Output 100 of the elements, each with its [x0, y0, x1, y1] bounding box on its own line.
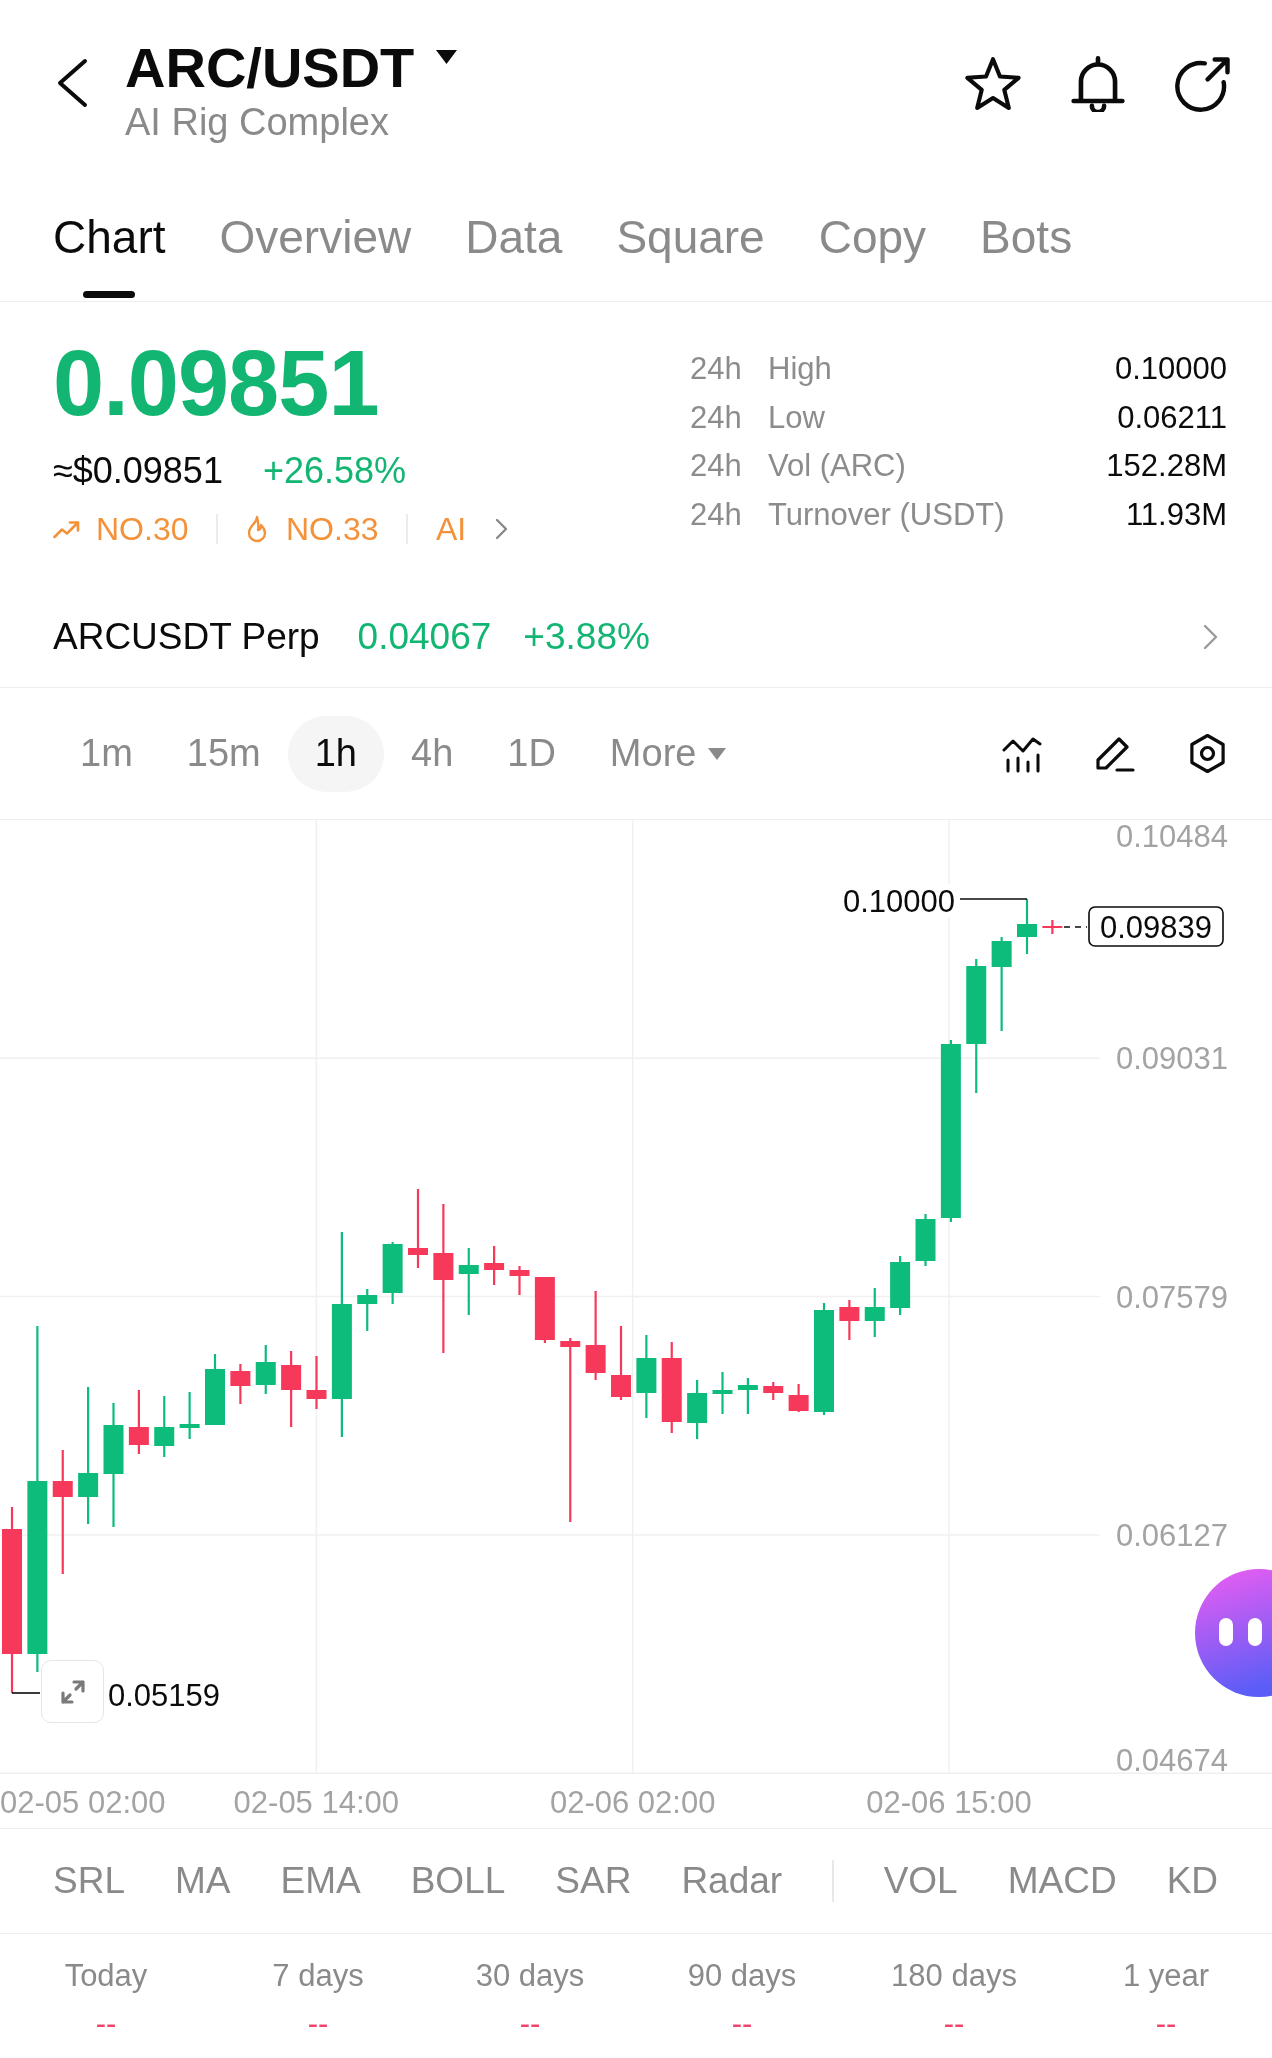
- chevron-right-icon[interactable]: [1203, 623, 1218, 650]
- circle-arrow-icon[interactable]: [1175, 56, 1231, 112]
- settings-icon[interactable]: [1187, 733, 1228, 774]
- candle: [230, 1364, 251, 1404]
- pair-full-name: AI Rig Complex: [125, 100, 389, 144]
- candle: [458, 1248, 479, 1315]
- return-period: 180 days: [891, 1957, 1017, 1995]
- stat-value: 0.10000: [1113, 350, 1227, 388]
- perp-name[interactable]: ARCUSDT Perp: [53, 613, 320, 660]
- pair-selector[interactable]: ARC/USDT: [125, 36, 458, 100]
- candle: [737, 1378, 758, 1414]
- price-axis-label: 0.10484: [1115, 820, 1228, 854]
- indicator-tab[interactable]: EMA: [280, 1858, 361, 1904]
- low-price-label: 0.05159: [108, 1678, 221, 1713]
- indicator-tab[interactable]: KD: [1166, 1858, 1219, 1904]
- time-axis-label: 02-06 02:00: [549, 1785, 716, 1820]
- time-axis-label: 02-06 15:00: [866, 1785, 1032, 1820]
- time-axis-label: 02-05 02:00: [0, 1785, 166, 1820]
- stat-period: 24h: [690, 447, 743, 485]
- candle: [712, 1372, 733, 1414]
- candle: [864, 1288, 885, 1337]
- interval-tab[interactable]: 4h: [384, 715, 481, 792]
- tab[interactable]: Chart: [53, 209, 166, 298]
- stat-period: 24h: [690, 495, 743, 534]
- price-axis-label: 0.06127: [1115, 1517, 1228, 1553]
- candle: [839, 1300, 860, 1340]
- candle: [915, 1214, 936, 1266]
- caret-icon: [436, 50, 458, 64]
- candle: [484, 1246, 505, 1285]
- indicator-tab[interactable]: MA: [175, 1858, 231, 1904]
- last-price: 0.09851: [53, 333, 380, 433]
- return-period: 30 days: [475, 1957, 585, 1995]
- tab[interactable]: Bots: [980, 209, 1073, 298]
- perp-change: +3.88%: [523, 614, 650, 659]
- price-axis-label: 0.04674: [1115, 1743, 1228, 1778]
- bubble-face-icon[interactable]: [1195, 1569, 1272, 1697]
- candle: [1017, 899, 1037, 954]
- stat-value: 0.06211: [1116, 398, 1227, 437]
- candle: [255, 1345, 276, 1394]
- interval-tab[interactable]: 1D: [480, 715, 583, 792]
- leader-line: [11, 1692, 41, 1694]
- star-icon[interactable]: [965, 56, 1021, 112]
- stat-label: Turnover (USDT): [768, 495, 1006, 534]
- return-period: 90 days: [687, 1957, 797, 1995]
- stat-label: Low: [768, 398, 826, 437]
- return-period: 7 days: [272, 1957, 364, 1995]
- stat-period: 24h: [690, 350, 743, 388]
- interval-tab[interactable]: 1m: [53, 715, 160, 792]
- back-icon[interactable]: [55, 58, 89, 108]
- last-price-label: 0.09839: [1088, 906, 1224, 947]
- interval-menu[interactable]: More: [582, 715, 754, 792]
- indicator-tab[interactable]: VOL: [883, 1858, 958, 1904]
- stat-label: Vol (ARC): [768, 447, 907, 485]
- tab[interactable]: Data: [465, 209, 563, 298]
- price-line: [1063, 926, 1088, 928]
- time-axis-label: 02-05 14:00: [233, 1785, 400, 1820]
- candle: [534, 1277, 555, 1343]
- candle: [205, 1354, 225, 1425]
- candle: [382, 1242, 403, 1304]
- candle: [154, 1396, 175, 1457]
- return-value: --: [1155, 2005, 1177, 2043]
- high-price-label: 0.10000: [842, 884, 955, 919]
- interval-tab[interactable]: 1h: [287, 715, 384, 792]
- return-value: --: [95, 2005, 117, 2043]
- rank-label[interactable]: NO.33: [286, 509, 379, 549]
- flame-icon: [246, 515, 268, 543]
- price-axis-label: 0.07579: [1115, 1279, 1228, 1315]
- stat-period: 24h: [690, 398, 743, 437]
- fiat-price: ≈$0.09851: [53, 449, 223, 493]
- rank-label[interactable]: NO.30: [96, 509, 189, 549]
- indicator-tab[interactable]: MACD: [1007, 1858, 1117, 1904]
- candle: [306, 1356, 327, 1409]
- candle: [788, 1384, 809, 1412]
- return-period: Today: [64, 1957, 148, 1995]
- tab[interactable]: Overview: [219, 209, 412, 298]
- topic-label[interactable]: AI: [435, 509, 467, 549]
- tab[interactable]: Copy: [818, 209, 927, 298]
- indicator-tab[interactable]: Radar: [681, 1858, 783, 1904]
- caret-icon: [708, 747, 727, 760]
- price-axis-label: 0.09031: [1115, 1041, 1228, 1077]
- return-value: --: [943, 2005, 965, 2043]
- candle: [763, 1382, 784, 1400]
- indicator-tab[interactable]: BOLL: [410, 1858, 506, 1904]
- trend-up-icon: [53, 519, 80, 539]
- stat-value: 11.93M: [1124, 495, 1227, 534]
- candle: [890, 1256, 911, 1315]
- candle: [128, 1390, 149, 1454]
- stat-value: 152.28M: [1106, 447, 1227, 485]
- candle: [357, 1289, 378, 1331]
- candle: [687, 1380, 708, 1439]
- indicator-tab[interactable]: SRL: [53, 1858, 125, 1904]
- return-value: --: [307, 2005, 329, 2043]
- expand-button[interactable]: [41, 1660, 104, 1723]
- bell-icon[interactable]: [1070, 56, 1126, 112]
- stat-label: High: [768, 350, 833, 388]
- tab[interactable]: Square: [616, 209, 765, 298]
- indicator-tab[interactable]: SAR: [555, 1858, 632, 1904]
- candle: [509, 1266, 530, 1295]
- interval-tab[interactable]: 15m: [159, 715, 288, 792]
- chevron-right-icon[interactable]: [495, 518, 509, 540]
